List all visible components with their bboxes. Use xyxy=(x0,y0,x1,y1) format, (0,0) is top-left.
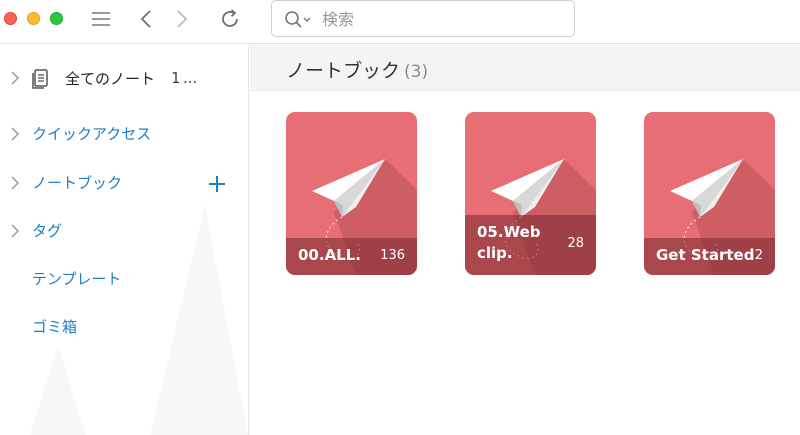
back-button[interactable] xyxy=(131,6,161,32)
notebook-name: 00.ALL. xyxy=(298,246,361,264)
chevron-right-icon[interactable] xyxy=(9,175,21,191)
sidebar-item-all-notes[interactable]: 全てのノート 1 ... xyxy=(0,61,248,95)
section-title-text: ノートブック xyxy=(286,60,401,82)
menu-icon xyxy=(92,12,110,26)
notes-icon xyxy=(32,69,48,89)
sidebar-item-quick-access[interactable]: クイックアクセス xyxy=(0,117,248,149)
sidebar-item-label: ノートブック xyxy=(32,173,123,192)
main-content: ノートブック (3) 00.ALL. 136 05.Web clip. 28 G… xyxy=(250,45,800,435)
notebook-count: 28 xyxy=(567,236,584,251)
sidebar-item-templates[interactable]: テンプレート xyxy=(0,262,248,294)
sidebar-item-label: タグ xyxy=(32,221,63,240)
plus-icon xyxy=(209,176,225,192)
back-arrow-icon xyxy=(140,10,151,28)
reload-icon xyxy=(222,9,238,27)
notebook-name: 05.Web clip. xyxy=(477,223,541,262)
chevron-right-icon[interactable] xyxy=(9,223,21,239)
reload-button[interactable] xyxy=(215,6,245,32)
section-count: (3) xyxy=(404,62,429,82)
toolbar xyxy=(0,0,800,44)
add-notebook-button[interactable] xyxy=(205,172,229,196)
chevron-right-icon[interactable] xyxy=(9,126,21,142)
notebook-card[interactable]: 05.Web clip. 28 xyxy=(465,112,596,275)
sidebar-item-trash[interactable]: ゴミ箱 xyxy=(0,310,248,342)
notebook-count: 136 xyxy=(380,248,405,263)
minimize-window-button[interactable] xyxy=(27,12,40,25)
truncation-ellipsis: ... xyxy=(183,69,198,87)
notebook-card[interactable]: 00.ALL. 136 xyxy=(286,112,417,275)
notebook-count: 2 xyxy=(754,248,763,263)
chevron-right-icon[interactable] xyxy=(9,70,21,86)
forward-button[interactable] xyxy=(167,6,197,32)
search-icon[interactable] xyxy=(284,10,314,30)
notebook-name: Get Started xyxy=(656,246,755,264)
forward-arrow-icon xyxy=(177,10,188,28)
sidebar-item-label: テンプレート xyxy=(32,269,122,288)
note-count: 1 xyxy=(171,69,181,87)
sidebar-item-label: クイックアクセス xyxy=(32,124,152,143)
close-window-button[interactable] xyxy=(4,12,17,25)
sidebar-item-label: 全てのノート xyxy=(65,69,156,88)
zoom-window-button[interactable] xyxy=(50,12,63,25)
search-input[interactable] xyxy=(322,8,562,30)
sidebar-item-label: ゴミ箱 xyxy=(32,317,78,336)
menu-button[interactable] xyxy=(86,6,116,32)
section-header: ノートブック (3) xyxy=(250,45,800,91)
sidebar-item-tags[interactable]: タグ xyxy=(0,214,248,246)
search-box[interactable] xyxy=(271,0,575,37)
notebook-card[interactable]: Get Started 2 xyxy=(644,112,775,275)
sidebar: 全てのノート 1 ... クイックアクセス ノートブック タグ テンプレート ゴ… xyxy=(0,45,249,435)
section-title: ノートブック (3) xyxy=(286,56,428,83)
